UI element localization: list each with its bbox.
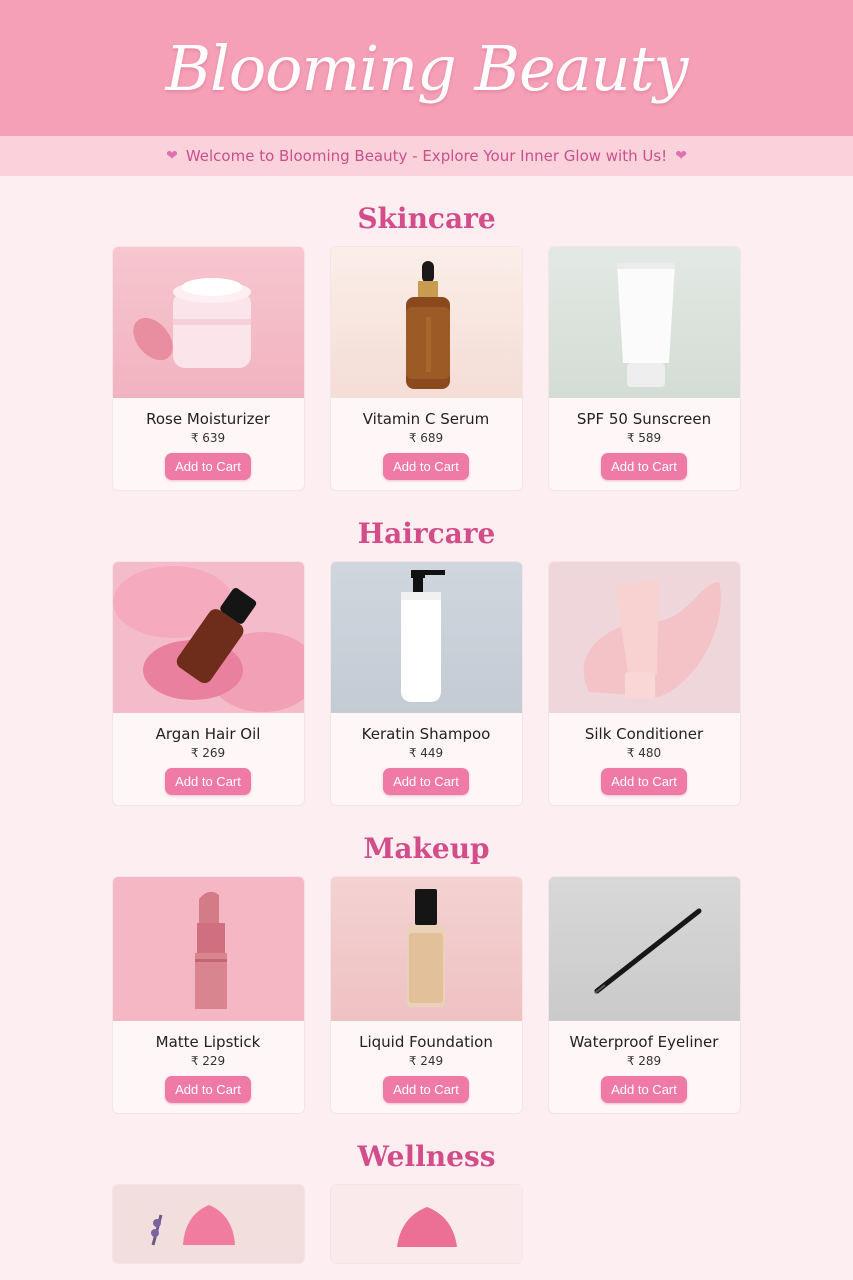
product-image-keratin-shampoo[interactable] xyxy=(330,562,522,713)
product-image-wellness-sponge[interactable] xyxy=(112,1185,304,1263)
product-price: ₹ 289 xyxy=(626,1054,662,1068)
product-price: ₹ 269 xyxy=(190,746,226,760)
heart-icon: ❤ xyxy=(166,148,178,164)
product-grid-haircare: Argan Hair Oil ₹ 269 Add to Cart Keratin… xyxy=(111,561,742,806)
product-card[interactable] xyxy=(329,1184,523,1264)
product-image-vitamin-c-serum[interactable] xyxy=(330,247,522,398)
product-image-wellness-blender[interactable] xyxy=(330,1185,522,1263)
product-price: ₹ 589 xyxy=(626,431,662,445)
product-card[interactable]: Liquid Foundation ₹ 249 Add to Cart xyxy=(329,876,523,1114)
product-image-argan-hair-oil[interactable] xyxy=(112,562,304,713)
product-name: Matte Lipstick xyxy=(155,1033,261,1051)
product-price: ₹ 249 xyxy=(408,1054,444,1068)
add-to-cart-button[interactable]: Add to Cart xyxy=(165,1076,251,1103)
product-name: Liquid Foundation xyxy=(359,1033,493,1051)
product-name: Argan Hair Oil xyxy=(155,725,261,743)
add-to-cart-button[interactable]: Add to Cart xyxy=(601,768,687,795)
add-to-cart-button[interactable]: Add to Cart xyxy=(165,768,251,795)
product-name: Keratin Shampoo xyxy=(361,725,491,743)
product-card[interactable]: Argan Hair Oil ₹ 269 Add to Cart xyxy=(111,561,305,806)
product-card[interactable]: Waterproof Eyeliner ₹ 289 Add to Cart xyxy=(547,876,741,1114)
product-price: ₹ 229 xyxy=(190,1054,226,1068)
product-grid-skincare: Rose Moisturizer ₹ 639 Add to Cart Vitam… xyxy=(111,246,742,491)
product-price: ₹ 449 xyxy=(408,746,444,760)
welcome-text: Welcome to Blooming Beauty - Explore You… xyxy=(185,147,668,165)
brand-logo[interactable]: Blooming Beauty xyxy=(165,32,688,105)
product-image-matte-lipstick[interactable] xyxy=(112,877,304,1021)
add-to-cart-button[interactable]: Add to Cart xyxy=(383,768,469,795)
product-name: SPF 50 Sunscreen xyxy=(576,410,712,428)
product-grid-wellness xyxy=(111,1184,742,1264)
product-card[interactable]: SPF 50 Sunscreen ₹ 589 Add to Cart xyxy=(547,246,741,491)
add-to-cart-button[interactable]: Add to Cart xyxy=(601,1076,687,1103)
welcome-banner: ❤ Welcome to Blooming Beauty - Explore Y… xyxy=(0,136,853,176)
heart-icon: ❤ xyxy=(675,148,687,164)
product-price: ₹ 689 xyxy=(408,431,444,445)
add-to-cart-button[interactable]: Add to Cart xyxy=(383,1076,469,1103)
product-image-rose-moisturizer[interactable] xyxy=(112,247,304,398)
product-image-spf-sunscreen[interactable] xyxy=(548,247,740,398)
section-title-haircare: Haircare xyxy=(357,517,496,550)
site-header: Blooming Beauty xyxy=(0,0,853,136)
product-card[interactable]: Silk Conditioner ₹ 480 Add to Cart xyxy=(547,561,741,806)
product-name: Silk Conditioner xyxy=(584,725,704,743)
product-name: Waterproof Eyeliner xyxy=(569,1033,719,1051)
product-name: Vitamin C Serum xyxy=(362,410,490,428)
product-grid-makeup: Matte Lipstick ₹ 229 Add to Cart Liquid … xyxy=(111,876,742,1114)
product-card[interactable]: Keratin Shampoo ₹ 449 Add to Cart xyxy=(329,561,523,806)
product-card[interactable] xyxy=(111,1184,305,1264)
product-card[interactable]: Vitamin C Serum ₹ 689 Add to Cart xyxy=(329,246,523,491)
product-image-liquid-foundation[interactable] xyxy=(330,877,522,1021)
product-card[interactable]: Rose Moisturizer ₹ 639 Add to Cart xyxy=(111,246,305,491)
add-to-cart-button[interactable]: Add to Cart xyxy=(383,453,469,480)
product-price: ₹ 480 xyxy=(626,746,662,760)
section-title-wellness: Wellness xyxy=(357,1140,496,1173)
add-to-cart-button[interactable]: Add to Cart xyxy=(601,453,687,480)
product-name: Rose Moisturizer xyxy=(146,410,270,428)
section-title-skincare: Skincare xyxy=(357,202,496,235)
product-image-waterproof-eyeliner[interactable] xyxy=(548,877,740,1021)
product-price: ₹ 639 xyxy=(190,431,226,445)
add-to-cart-button[interactable]: Add to Cart xyxy=(165,453,251,480)
section-title-makeup: Makeup xyxy=(363,832,490,865)
product-image-silk-conditioner[interactable] xyxy=(548,562,740,713)
product-card[interactable]: Matte Lipstick ₹ 229 Add to Cart xyxy=(111,876,305,1114)
